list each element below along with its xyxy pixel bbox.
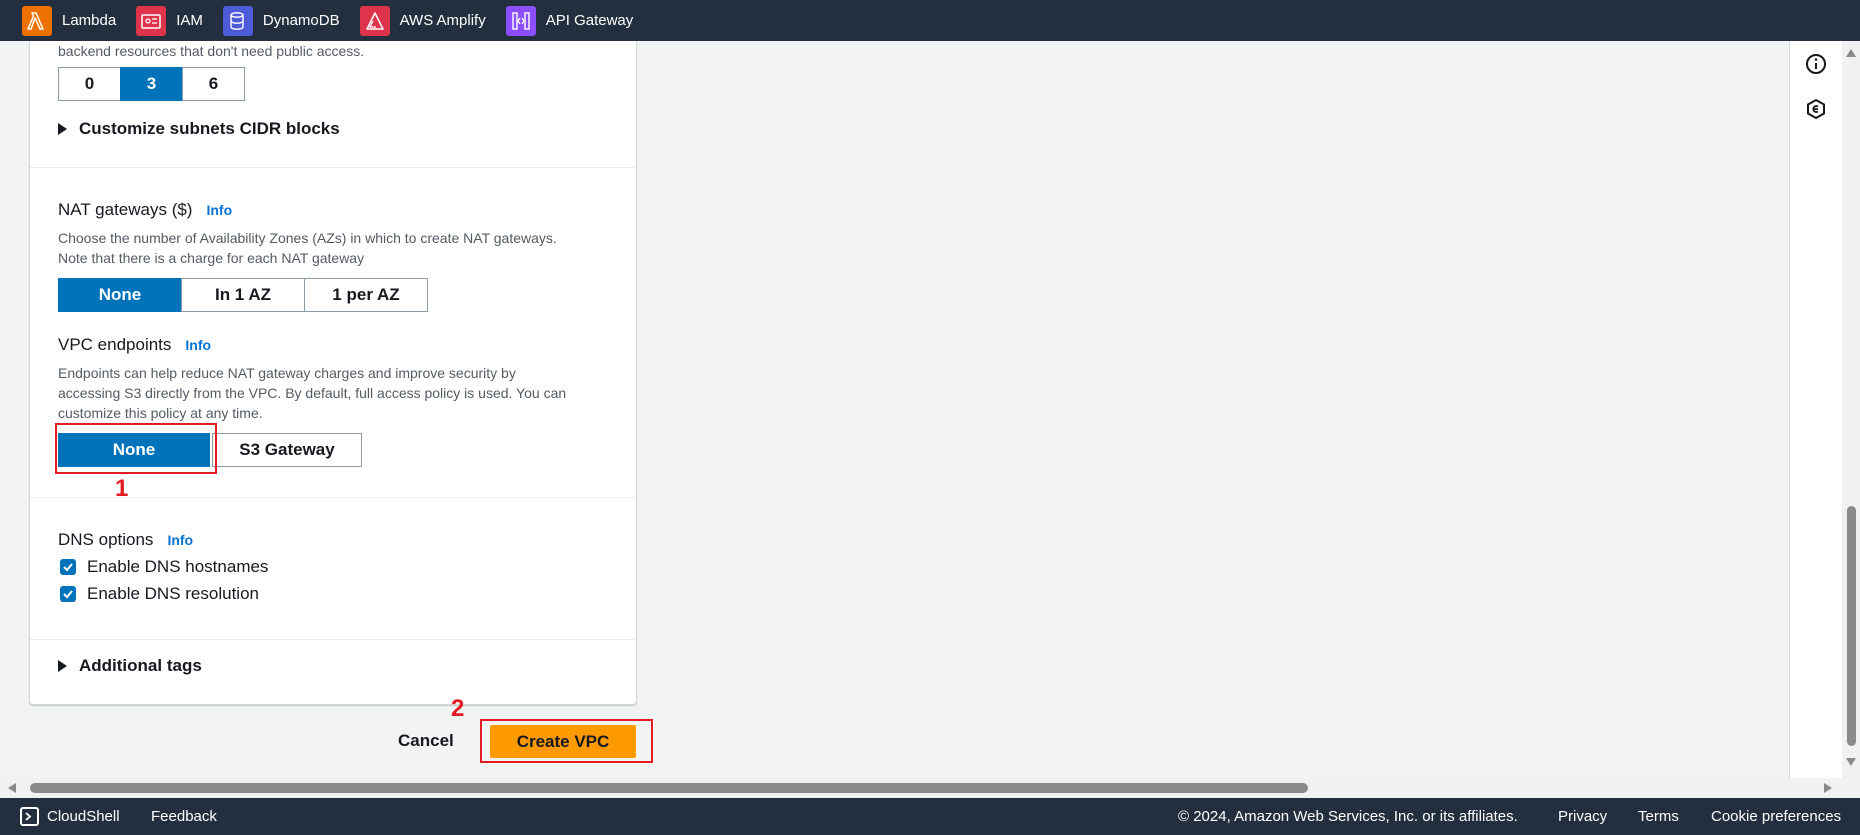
info-icon[interactable]: [1804, 52, 1828, 76]
additional-tags-expander[interactable]: Additional tags: [58, 656, 202, 676]
vertical-scrollbar[interactable]: [1842, 41, 1860, 778]
enable-dns-hostnames-checkbox[interactable]: Enable DNS hostnames: [60, 557, 268, 577]
favorites-bar: Lambda IAM DynamoDB AWS Amplify API Gate…: [0, 0, 1860, 41]
favorite-api-gateway[interactable]: API Gateway: [505, 5, 634, 36]
scroll-left-arrow-icon[interactable]: [8, 783, 16, 793]
terms-link[interactable]: Terms: [1638, 808, 1679, 825]
api-gateway-icon: [505, 5, 536, 36]
annotation-number-1: 1: [115, 475, 129, 502]
vpc-settings-panel: backend resources that don't need public…: [29, 41, 637, 705]
privacy-link[interactable]: Privacy: [1558, 808, 1607, 825]
lambda-icon: [22, 5, 52, 36]
subnets-option-0[interactable]: 0: [58, 67, 121, 101]
customize-cidr-label: Customize subnets CIDR blocks: [79, 119, 340, 138]
dns-label: DNS options: [58, 530, 154, 549]
nat-header: NAT gateways ($) Info: [58, 200, 232, 220]
iam-icon: [136, 5, 167, 36]
section-divider: [30, 639, 636, 640]
favorite-label: IAM: [176, 12, 203, 29]
dns-header: DNS options Info: [58, 530, 193, 550]
enable-dns-resolution-label: Enable DNS resolution: [87, 584, 259, 603]
cloudshell-label: CloudShell: [47, 808, 120, 825]
checkmark-icon: [60, 586, 76, 602]
copyright-text: © 2024, Amazon Web Services, Inc. or its…: [1178, 808, 1518, 825]
nat-label: NAT gateways ($): [58, 200, 193, 219]
nat-option-1-per-az[interactable]: 1 per AZ: [304, 278, 428, 312]
main-content: backend resources that don't need public…: [0, 41, 1787, 778]
scroll-right-arrow-icon[interactable]: [1824, 783, 1832, 793]
cloudshell-icon: [20, 807, 39, 826]
vpc-endpoints-description-1: Endpoints can help reduce NAT gateway ch…: [58, 365, 516, 381]
caret-right-icon: [58, 123, 67, 135]
subnets-option-3[interactable]: 3: [120, 67, 183, 101]
vertical-scrollbar-thumb[interactable]: [1847, 506, 1856, 746]
favorite-iam[interactable]: IAM: [136, 5, 203, 36]
annotation-number-2: 2: [451, 695, 465, 722]
annotation-box-1: [55, 423, 217, 474]
subnets-count-selector: 0 3 6: [58, 67, 245, 101]
cookie-preferences-link[interactable]: Cookie preferences: [1711, 808, 1841, 825]
customize-cidr-expander[interactable]: Customize subnets CIDR blocks: [58, 119, 340, 139]
feedback-link[interactable]: Feedback: [151, 808, 217, 825]
resources-icon[interactable]: [1804, 97, 1828, 121]
horizontal-scrollbar-thumb[interactable]: [30, 783, 1308, 793]
amplify-icon: [359, 5, 390, 36]
enable-dns-resolution-checkbox[interactable]: Enable DNS resolution: [60, 584, 259, 604]
dns-info-link[interactable]: Info: [167, 532, 193, 548]
scroll-down-arrow-icon[interactable]: [1846, 758, 1856, 766]
section-divider: [30, 497, 636, 498]
enable-dns-hostnames-label: Enable DNS hostnames: [87, 557, 269, 576]
favorite-label: DynamoDB: [262, 12, 340, 29]
cloudshell-button[interactable]: CloudShell: [20, 807, 120, 826]
tools-rail: [1789, 41, 1842, 778]
subnets-option-6[interactable]: 6: [182, 67, 245, 101]
vpc-endpoints-header: VPC endpoints Info: [58, 335, 211, 355]
nat-info-link[interactable]: Info: [206, 202, 232, 218]
favorite-label: Lambda: [62, 12, 117, 29]
vpc-endpoints-description-2: accessing S3 directly from the VPC. By d…: [58, 385, 567, 401]
vpc-endpoints-description-3: customize this policy at any time.: [58, 405, 263, 421]
checkmark-icon: [60, 559, 76, 575]
horizontal-scrollbar[interactable]: [0, 778, 1860, 798]
vpc-endpoints-info-link[interactable]: Info: [185, 337, 211, 353]
annotation-box-2: [480, 719, 653, 763]
caret-right-icon: [58, 660, 67, 672]
subnets-description: backend resources that don't need public…: [58, 43, 365, 59]
scroll-up-arrow-icon[interactable]: [1846, 49, 1856, 57]
nat-option-none[interactable]: None: [58, 278, 182, 312]
favorite-label: AWS Amplify: [399, 12, 486, 29]
favorite-amplify[interactable]: AWS Amplify: [359, 5, 486, 36]
favorite-lambda[interactable]: Lambda: [22, 5, 117, 36]
vpc-endpoints-label: VPC endpoints: [58, 335, 172, 354]
nat-gateways-selector: None In 1 AZ 1 per AZ: [58, 278, 428, 312]
favorite-dynamodb[interactable]: DynamoDB: [222, 5, 340, 36]
section-divider: [30, 167, 636, 168]
favorite-label: API Gateway: [545, 12, 634, 29]
nat-description-1: Choose the number of Availability Zones …: [58, 230, 557, 246]
cancel-button[interactable]: Cancel: [398, 731, 454, 751]
nat-option-in-1-az[interactable]: In 1 AZ: [181, 278, 305, 312]
nat-description-2: Note that there is a charge for each NAT…: [58, 250, 365, 266]
dynamodb-icon: [222, 5, 253, 36]
vpc-endpoint-option-s3-gateway[interactable]: S3 Gateway: [212, 433, 362, 467]
console-footer: CloudShell Feedback © 2024, Amazon Web S…: [0, 798, 1860, 835]
additional-tags-label: Additional tags: [79, 656, 202, 675]
